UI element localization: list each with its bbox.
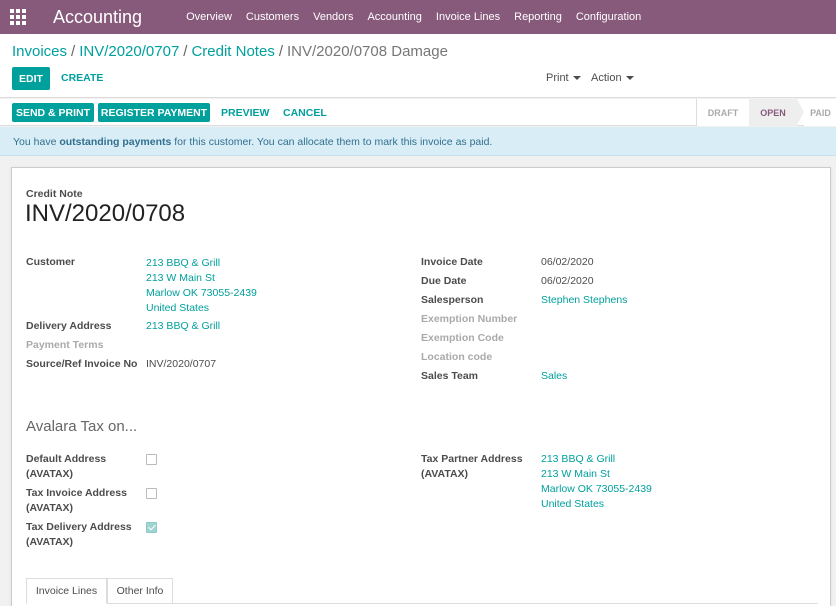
tax-partner-street: 213 W Main St	[541, 468, 610, 480]
customer-name-link[interactable]: 213 BBQ & Grill	[146, 256, 257, 271]
due-date-value: 06/02/2020	[541, 275, 594, 287]
nav-item-overview[interactable]: Overview	[186, 11, 232, 23]
customer-street: 213 W Main St	[146, 272, 215, 284]
source-ref-value: INV/2020/0707	[146, 358, 217, 370]
tab-other-info[interactable]: Other Info	[107, 578, 173, 604]
tax-delivery-address-label: Tax Delivery Address (AVATAX)	[26, 520, 132, 550]
cancel-button[interactable]: CANCEL	[283, 103, 327, 122]
salesperson-label: Salesperson	[421, 294, 484, 306]
tax-partner-country: United States	[541, 498, 605, 510]
breadcrumb-credit-notes[interactable]: Credit Notes	[191, 43, 274, 60]
breadcrumb-separator: /	[71, 43, 76, 60]
nav-item-invoice-lines[interactable]: Invoice Lines	[436, 11, 500, 23]
sales-team-link[interactable]: Sales	[541, 370, 567, 382]
app-brand[interactable]: Accounting	[53, 7, 142, 28]
customer-field[interactable]: 213 BBQ & Grill 213 W Main St Marlow OK …	[146, 256, 257, 316]
action-dropdown[interactable]: Action	[591, 72, 634, 84]
salesperson-link[interactable]: Stephen Stephens	[541, 294, 627, 306]
invoice-date-value: 06/02/2020	[541, 256, 594, 268]
invoice-date-label: Invoice Date	[421, 256, 483, 268]
delivery-address-label: Delivery Address	[26, 320, 112, 332]
stage-paid: PAID	[804, 99, 836, 126]
tax-delivery-address-label-line2: (AVATAX)	[26, 536, 74, 548]
stage-draft: DRAFT	[697, 99, 749, 126]
status-bar: SEND & PRINT REGISTER PAYMENT PREVIEW CA…	[0, 99, 836, 126]
tax-partner-name-link[interactable]: 213 BBQ & Grill	[541, 452, 652, 467]
tax-delivery-address-label-line1: Tax Delivery Address	[26, 521, 132, 533]
payment-terms-label: Payment Terms	[26, 339, 104, 351]
stage-open: OPEN	[749, 99, 797, 126]
default-address-label-line2: (AVATAX)	[26, 468, 74, 480]
stage-arrow	[797, 99, 804, 125]
alert-text-bold[interactable]: outstanding payments	[59, 136, 171, 148]
nav-item-configuration[interactable]: Configuration	[576, 11, 641, 23]
nav-item-accounting[interactable]: Accounting	[367, 11, 421, 23]
breadcrumb-separator: /	[183, 43, 188, 60]
default-address-label-line1: Default Address	[26, 453, 107, 465]
source-ref-label: Source/Ref Invoice No	[26, 358, 138, 370]
breadcrumb: Invoices / INV/2020/0707/Credit Notes / INV/…	[12, 43, 448, 60]
default-address-label: Default Address (AVATAX)	[26, 452, 106, 482]
tax-invoice-address-label: Tax Invoice Address (AVATAX)	[26, 486, 127, 516]
tax-invoice-address-checkbox[interactable]	[146, 488, 157, 499]
create-button[interactable]: CREATE	[61, 72, 103, 84]
tax-delivery-address-checkbox[interactable]	[146, 522, 157, 533]
print-dropdown-label: Print	[546, 72, 569, 84]
delivery-address-link[interactable]: 213 BBQ & Grill	[146, 320, 220, 332]
tax-invoice-address-label-line1: Tax Invoice Address	[26, 487, 127, 499]
tax-partner-address-label-line1: Tax Partner Address	[421, 453, 523, 465]
sales-team-label: Sales Team	[421, 370, 479, 382]
avalara-section-title: Avalara Tax on...	[26, 418, 138, 435]
tab-invoice-lines[interactable]: Invoice Lines	[26, 578, 107, 604]
customer-country: United States	[146, 302, 210, 314]
breadcrumb-current: INV/2020/0708 Damage	[287, 43, 448, 60]
tax-partner-address-label: Tax Partner Address (AVATAX)	[421, 452, 523, 482]
tax-partner-address-label-line2: (AVATAX)	[421, 468, 469, 480]
chevron-down-icon	[572, 76, 581, 81]
alert-text-prefix: You have	[13, 136, 60, 148]
status-stages: DRAFT OPEN PAID	[696, 99, 836, 126]
edit-button[interactable]: EDIT	[12, 67, 50, 90]
nav-item-vendors[interactable]: Vendors	[313, 11, 353, 23]
action-dropdown-label: Action	[591, 72, 622, 84]
breadcrumb-original-invoice[interactable]: INV/2020/0707	[79, 43, 179, 60]
register-payment-button[interactable]: REGISTER PAYMENT	[98, 103, 210, 122]
default-address-checkbox[interactable]	[146, 454, 157, 465]
due-date-label: Due Date	[421, 275, 467, 287]
nav-item-customers[interactable]: Customers	[246, 11, 299, 23]
nav-item-reporting[interactable]: Reporting	[514, 11, 562, 23]
document-type: Credit Note	[26, 188, 83, 200]
print-dropdown[interactable]: Print	[546, 72, 581, 84]
location-code-label: Location code	[421, 351, 493, 363]
document-number: INV/2020/0708	[25, 200, 186, 227]
form-sheet: Credit Note INV/2020/0708 Customer 213 B…	[11, 167, 831, 606]
tax-invoice-address-label-line2: (AVATAX)	[26, 502, 74, 514]
chevron-down-icon	[625, 76, 634, 81]
customer-label: Customer	[26, 256, 76, 268]
send-print-button[interactable]: SEND & PRINT	[12, 103, 94, 122]
tax-partner-city: Marlow OK 73055-2439	[541, 483, 652, 495]
customer-city: Marlow OK 73055-2439	[146, 287, 257, 299]
apps-menu-icon[interactable]	[0, 0, 36, 34]
preview-button[interactable]: PREVIEW	[221, 103, 269, 122]
tax-partner-address-field[interactable]: 213 BBQ & Grill 213 W Main St Marlow OK …	[541, 452, 652, 512]
exemption-number-label: Exemption Number	[421, 313, 518, 325]
breadcrumb-separator: /	[278, 43, 283, 60]
control-panel: Invoices / INV/2020/0707/Credit Notes / INV/…	[0, 34, 836, 98]
breadcrumb-invoices[interactable]: Invoices	[12, 43, 67, 60]
outstanding-payments-alert: You have outstanding payments for this c…	[0, 127, 836, 156]
exemption-code-label: Exemption Code	[421, 332, 504, 344]
alert-text-suffix: for this customer. You can allocate them…	[171, 136, 493, 148]
top-navbar: Accounting Overview Customers Vendors Ac…	[0, 0, 836, 34]
